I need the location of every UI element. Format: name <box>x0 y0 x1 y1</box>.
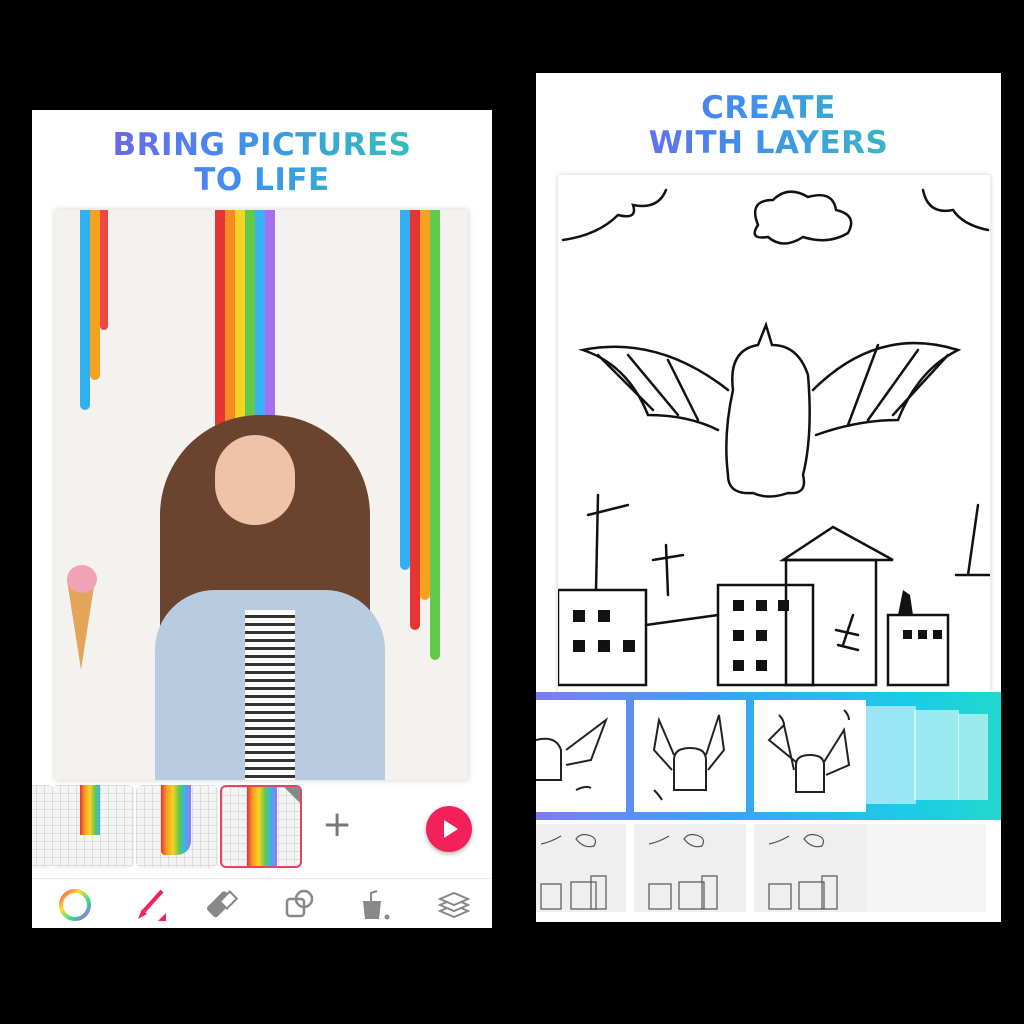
layer-frame-3[interactable] <box>754 700 866 812</box>
layers-icon[interactable] <box>436 887 472 923</box>
layer-frame-1[interactable] <box>536 700 626 812</box>
play-button[interactable] <box>426 806 472 852</box>
color-wheel-icon[interactable] <box>57 887 93 923</box>
eraser-icon[interactable] <box>204 887 240 923</box>
left-promo-panel: BRING PICTURES TO LIFE + <box>32 110 492 928</box>
promo-title: CREATE WITH LAYERS <box>536 91 1001 161</box>
canvas-photo[interactable] <box>55 210 468 780</box>
fill-bucket-icon[interactable] <box>357 887 393 923</box>
background-layer-strip <box>536 820 1001 920</box>
promo-title: BRING PICTURES TO LIFE <box>32 128 492 198</box>
drawing-canvas[interactable] <box>556 175 992 692</box>
brush-icon[interactable] <box>132 887 168 923</box>
layer-frame-2[interactable] <box>634 700 746 812</box>
tool-bar <box>32 878 492 928</box>
frame-thumb-2[interactable] <box>136 785 218 868</box>
frame-thumb-0[interactable] <box>32 785 54 868</box>
right-promo-panel: CREATE WITH LAYERS <box>536 73 1001 922</box>
frame-thumb-3-selected[interactable] <box>220 785 302 868</box>
frame-strip: + <box>32 785 492 870</box>
shapes-icon[interactable] <box>282 887 318 923</box>
background-frame-2[interactable] <box>634 824 746 912</box>
layer-frames-strip <box>536 692 1001 820</box>
frame-thumb-1[interactable] <box>52 785 134 868</box>
background-frame-1[interactable] <box>536 824 626 912</box>
dragon-city-sketch <box>556 188 992 687</box>
add-frame-button[interactable]: + <box>322 807 352 843</box>
background-frame-3[interactable] <box>754 824 866 912</box>
